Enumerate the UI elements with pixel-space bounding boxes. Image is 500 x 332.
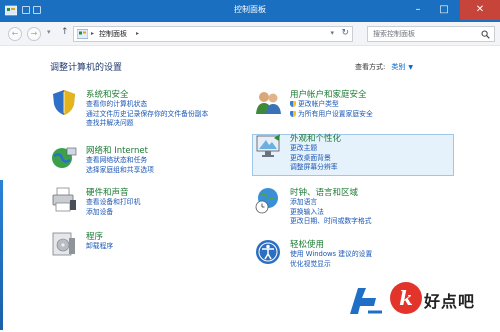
printer-icon[interactable] — [50, 186, 78, 214]
link-date-time-format[interactable]: 更改日期、时间或数字格式 — [290, 217, 372, 227]
category-title[interactable]: 用户帐户和家庭安全 — [290, 88, 367, 100]
address-dropdown-icon[interactable]: ▾ — [330, 29, 334, 37]
view-by-dropdown[interactable]: 类别 — [391, 63, 405, 71]
link-file-history-backup[interactable]: 通过文件历史记录保存你的文件备份副本 — [86, 110, 208, 120]
title-bar: 控制面板 – □ ✕ — [0, 0, 500, 22]
forward-button[interactable]: → — [27, 27, 41, 41]
watermark-text: 好点吧 — [424, 292, 476, 311]
network-globe-icon[interactable] — [50, 144, 78, 172]
watermark-logo-icon — [350, 288, 382, 314]
link-family-safety[interactable]: 为所有用户设置家庭安全 — [290, 110, 373, 120]
link-uninstall-program[interactable]: 卸载程序 — [86, 242, 113, 252]
search-input[interactable]: 搜索控制面板 — [367, 26, 495, 42]
category-title[interactable]: 程序 — [86, 230, 103, 242]
address-bar[interactable]: ▸ 控制面板 ▸ ▾ ↻ — [73, 26, 353, 42]
category-title[interactable]: 轻松使用 — [290, 238, 324, 250]
shield-icon[interactable] — [50, 88, 78, 116]
view-by-label: 查看方式: — [355, 63, 386, 71]
link-change-input-method[interactable]: 更换输入法 — [290, 208, 372, 218]
watermark: k 好点吧 — [340, 270, 500, 332]
link-change-theme[interactable]: 更改主题 — [290, 144, 338, 154]
link-devices-printers[interactable]: 查看设备和打印机 — [86, 198, 140, 208]
view-by: 查看方式: 类别 ▼ — [355, 62, 413, 72]
chevron-right-icon[interactable]: ▸ — [136, 30, 139, 37]
link-screen-resolution[interactable]: 调整屏幕分辨率 — [290, 163, 338, 173]
link-network-status[interactable]: 查看网络状态和任务 — [86, 156, 154, 166]
category-title[interactable]: 时钟、语言和区域 — [290, 186, 358, 198]
link-homegroup[interactable]: 选择家庭组和共享选项 — [86, 166, 154, 176]
chevron-right-icon[interactable]: ▸ — [91, 30, 94, 37]
recent-pages-dropdown[interactable]: ▾ — [47, 28, 51, 36]
ease-of-access-icon[interactable] — [254, 238, 282, 266]
clock-globe-icon[interactable] — [254, 186, 282, 214]
category-title[interactable]: 网络和 Internet — [86, 144, 148, 156]
category-title[interactable]: 系统和安全 — [86, 88, 129, 100]
control-panel-icon — [77, 29, 88, 39]
back-button[interactable]: ← — [8, 27, 22, 41]
users-icon[interactable] — [254, 88, 282, 116]
chevron-down-icon[interactable]: ▼ — [408, 64, 413, 71]
navigation-bar: ← → ▾ ↑ ▸ 控制面板 ▸ ▾ ↻ 搜索控制面板 — [0, 22, 500, 46]
category-title[interactable]: 硬件和声音 — [86, 186, 129, 198]
breadcrumb-control-panel[interactable]: 控制面板 — [99, 29, 127, 39]
search-icon[interactable] — [481, 30, 490, 39]
link-change-account-type[interactable]: 更改帐户类型 — [290, 100, 373, 110]
link-view-computer-status[interactable]: 查看你的计算机状态 — [86, 100, 208, 110]
page-title: 调整计算机的设置 — [50, 63, 123, 73]
link-troubleshoot[interactable]: 查找并解决问题 — [86, 119, 208, 129]
category-programs: 程序 卸载程序 — [50, 230, 260, 282]
category-title[interactable]: 外观和个性化 — [290, 132, 341, 144]
link-optimize-display[interactable]: 优化视觉显示 — [290, 260, 372, 270]
category-system-security: 系统和安全 查看你的计算机状态 通过文件历史记录保存你的文件备份副本 查找并解决… — [50, 88, 260, 140]
link-recommended-settings[interactable]: 使用 Windows 建议的设置 — [290, 250, 372, 260]
category-clock-region: 时钟、语言和区域 添加语言 更换输入法 更改日期、时间或数字格式 — [254, 186, 464, 238]
category-appearance: 外观和个性化 更改主题 更改桌面背景 调整屏幕分辨率 — [254, 132, 464, 184]
search-placeholder: 搜索控制面板 — [373, 30, 415, 38]
link-change-background[interactable]: 更改桌面背景 — [290, 154, 338, 164]
maximize-button[interactable]: □ — [431, 0, 457, 20]
link-add-language[interactable]: 添加语言 — [290, 198, 372, 208]
minimize-button[interactable]: – — [405, 0, 431, 20]
link-add-device[interactable]: 添加设备 — [86, 208, 140, 218]
appearance-monitor-icon[interactable] — [254, 132, 282, 160]
programs-icon[interactable] — [50, 230, 78, 258]
close-button[interactable]: ✕ — [460, 0, 500, 20]
watermark-k-icon: k — [390, 282, 422, 314]
refresh-icon[interactable]: ↻ — [341, 28, 349, 38]
up-button[interactable]: ↑ — [61, 27, 69, 37]
